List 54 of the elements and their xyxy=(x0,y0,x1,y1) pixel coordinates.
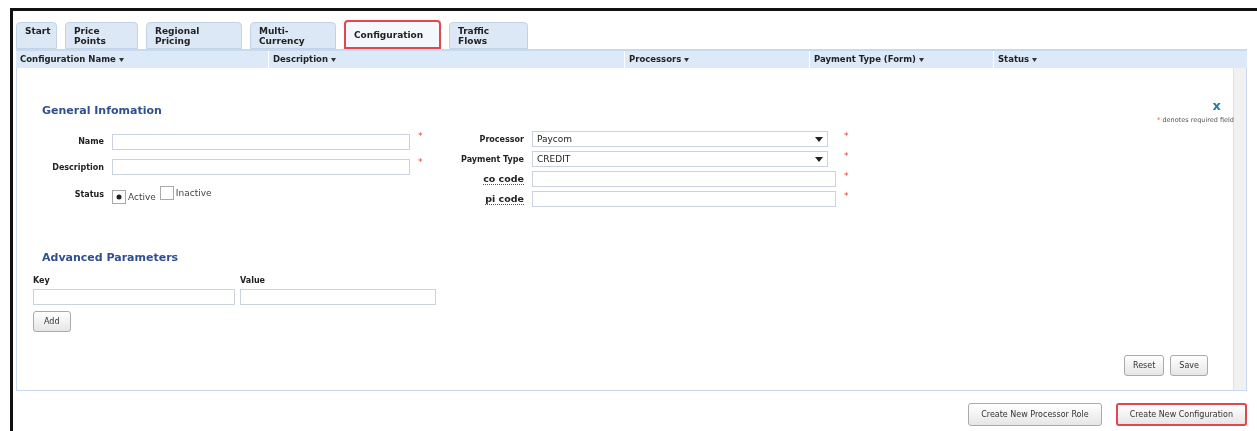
sort-icon xyxy=(118,58,124,62)
add-button[interactable]: Add xyxy=(33,311,71,332)
sort-icon xyxy=(1032,58,1038,62)
sort-icon xyxy=(684,58,690,62)
radio-dot-icon xyxy=(116,194,122,201)
required-mark: * xyxy=(418,131,424,141)
required-mark: * xyxy=(844,191,850,201)
radio-label[interactable]: Active xyxy=(128,192,156,203)
required-mark: * xyxy=(418,156,424,167)
text-field[interactable] xyxy=(532,191,836,207)
tab[interactable]: Multi-Currency xyxy=(250,22,336,49)
sort-icon xyxy=(918,58,924,62)
dropdown[interactable]: Paycom xyxy=(532,131,828,147)
text-field[interactable] xyxy=(112,133,410,150)
tab[interactable]: Traffic Flows xyxy=(449,22,528,49)
column-header[interactable]: Payment Type (Form) xyxy=(809,51,993,68)
section-title: General Infomation xyxy=(42,104,162,117)
column-header[interactable]: Configuration Name xyxy=(16,51,268,68)
footer-button[interactable]: Create New Processor Role xyxy=(968,403,1102,426)
field-label: Name xyxy=(78,137,104,147)
tab[interactable]: Start xyxy=(16,22,57,49)
radio-button[interactable] xyxy=(159,186,174,201)
tab[interactable]: Configuration xyxy=(344,20,441,49)
form-button[interactable]: Save xyxy=(1170,355,1208,376)
close-icon[interactable]: x xyxy=(1212,98,1221,113)
caret-icon xyxy=(815,136,823,142)
required-mark: * xyxy=(844,171,850,181)
caret-icon xyxy=(815,156,823,162)
text-field[interactable] xyxy=(532,171,836,187)
sort-icon xyxy=(330,58,336,62)
text-field[interactable] xyxy=(112,159,410,176)
field-label: pi code xyxy=(485,193,524,205)
tab[interactable]: Regional Pricing xyxy=(146,22,242,49)
form-button[interactable]: Reset xyxy=(1124,355,1165,376)
tab[interactable]: Price Points xyxy=(65,22,138,49)
field-label: Processor xyxy=(479,134,524,144)
field-label: co code xyxy=(483,173,524,185)
field-label: Description xyxy=(52,163,104,172)
column-label: Value xyxy=(240,276,266,285)
column-label: Key xyxy=(33,276,51,285)
radio-label[interactable]: Inactive xyxy=(175,188,212,199)
key-field[interactable] xyxy=(33,289,235,305)
section-title: Advanced Parameters xyxy=(42,251,179,264)
dropdown[interactable]: CREDIT xyxy=(532,151,828,167)
column-header[interactable]: Description xyxy=(268,51,624,68)
value-field[interactable] xyxy=(240,289,436,305)
footer-button[interactable]: Create New Configuration xyxy=(1115,403,1247,426)
required-mark: * xyxy=(844,131,850,141)
column-header[interactable]: Processors xyxy=(624,51,809,68)
required-mark: * xyxy=(844,151,850,161)
field-label: Status xyxy=(74,190,104,200)
radio-button[interactable] xyxy=(112,190,126,205)
scrollbar[interactable] xyxy=(1233,68,1246,390)
field-label: Payment Type xyxy=(461,154,524,164)
